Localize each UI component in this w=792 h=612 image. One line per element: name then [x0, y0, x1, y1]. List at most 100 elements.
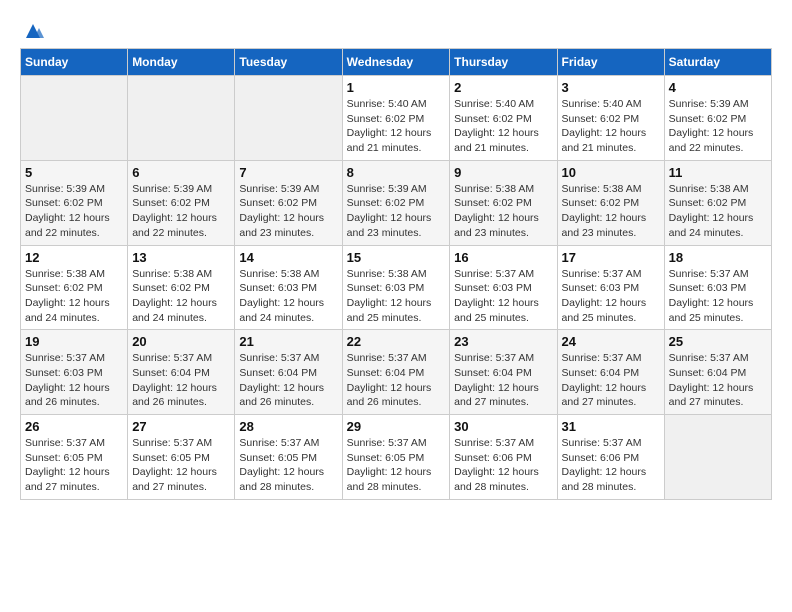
- day-info: Sunrise: 5:39 AM Sunset: 6:02 PM Dayligh…: [347, 182, 446, 241]
- weekday-header-thursday: Thursday: [450, 49, 557, 76]
- day-info: Sunrise: 5:38 AM Sunset: 6:03 PM Dayligh…: [239, 267, 337, 326]
- calendar-week-2: 5 Sunrise: 5:39 AM Sunset: 6:02 PM Daylig…: [21, 160, 772, 245]
- calendar-cell: 30 Sunrise: 5:37 AM Sunset: 6:06 PM Dayli…: [450, 415, 557, 500]
- day-number: 5: [25, 165, 123, 180]
- logo: [20, 20, 44, 38]
- calendar-cell: 14Sunrise: 5:38 AM Sunset: 6:03 PM Dayli…: [235, 245, 342, 330]
- day-info: Sunrise: 5:39 AM Sunset: 6:02 PM Dayligh…: [239, 182, 337, 241]
- day-info: Sunrise: 5:37 AM Sunset: 6:04 PM Dayligh…: [454, 351, 552, 410]
- day-info: Sunrise: 5:37 AM Sunset: 6:03 PM Dayligh…: [669, 267, 767, 326]
- day-number: 12: [25, 250, 123, 265]
- calendar-cell: 19Sunrise: 5:37 AM Sunset: 6:03 PM Dayli…: [21, 330, 128, 415]
- day-number: 11: [669, 165, 767, 180]
- day-info: Sunrise: 5:39 AM Sunset: 6:02 PM Dayligh…: [132, 182, 230, 241]
- calendar-cell: 5 Sunrise: 5:39 AM Sunset: 6:02 PM Daylig…: [21, 160, 128, 245]
- day-info: Sunrise: 5:37 AM Sunset: 6:03 PM Dayligh…: [454, 267, 552, 326]
- calendar-cell: 3 Sunrise: 5:40 AM Sunset: 6:02 PM Daylig…: [557, 76, 664, 161]
- calendar-cell: 22 Sunrise: 5:37 AM Sunset: 6:04 PM Dayli…: [342, 330, 450, 415]
- day-number: 17: [562, 250, 660, 265]
- day-number: 18: [669, 250, 767, 265]
- weekday-header-wednesday: Wednesday: [342, 49, 450, 76]
- calendar-cell: 20 Sunrise: 5:37 AM Sunset: 6:04 PM Dayli…: [128, 330, 235, 415]
- calendar-cell: 17 Sunrise: 5:37 AM Sunset: 6:03 PM Dayli…: [557, 245, 664, 330]
- calendar-cell: 13 Sunrise: 5:38 AM Sunset: 6:02 PM Dayli…: [128, 245, 235, 330]
- day-info: Sunrise: 5:38 AM Sunset: 6:02 PM Dayligh…: [132, 267, 230, 326]
- weekday-header-sunday: Sunday: [21, 49, 128, 76]
- day-number: 22: [347, 334, 446, 349]
- day-number: 10: [562, 165, 660, 180]
- calendar-cell: 16 Sunrise: 5:37 AM Sunset: 6:03 PM Dayli…: [450, 245, 557, 330]
- calendar-cell: [128, 76, 235, 161]
- day-info: Sunrise: 5:37 AM Sunset: 6:04 PM Dayligh…: [132, 351, 230, 410]
- calendar-cell: 15Sunrise: 5:38 AM Sunset: 6:03 PM Dayli…: [342, 245, 450, 330]
- calendar-table: SundayMondayTuesdayWednesdayThursdayFrid…: [20, 48, 772, 500]
- day-number: 28: [239, 419, 337, 434]
- day-info: Sunrise: 5:37 AM Sunset: 6:03 PM Dayligh…: [562, 267, 660, 326]
- day-info: Sunrise: 5:38 AM Sunset: 6:02 PM Dayligh…: [562, 182, 660, 241]
- day-number: 9: [454, 165, 552, 180]
- day-number: 19: [25, 334, 123, 349]
- calendar-week-1: 1Sunrise: 5:40 AM Sunset: 6:02 PM Daylig…: [21, 76, 772, 161]
- day-info: Sunrise: 5:38 AM Sunset: 6:02 PM Dayligh…: [454, 182, 552, 241]
- day-number: 13: [132, 250, 230, 265]
- day-number: 16: [454, 250, 552, 265]
- day-info: Sunrise: 5:37 AM Sunset: 6:05 PM Dayligh…: [132, 436, 230, 495]
- day-info: Sunrise: 5:37 AM Sunset: 6:06 PM Dayligh…: [454, 436, 552, 495]
- calendar-cell: 23Sunrise: 5:37 AM Sunset: 6:04 PM Dayli…: [450, 330, 557, 415]
- day-info: Sunrise: 5:37 AM Sunset: 6:04 PM Dayligh…: [669, 351, 767, 410]
- calendar-cell: 25 Sunrise: 5:37 AM Sunset: 6:04 PM Dayli…: [664, 330, 771, 415]
- day-number: 26: [25, 419, 123, 434]
- day-info: Sunrise: 5:39 AM Sunset: 6:02 PM Dayligh…: [25, 182, 123, 241]
- calendar-cell: 27Sunrise: 5:37 AM Sunset: 6:05 PM Dayli…: [128, 415, 235, 500]
- day-number: 7: [239, 165, 337, 180]
- calendar-cell: 28 Sunrise: 5:37 AM Sunset: 6:05 PM Dayli…: [235, 415, 342, 500]
- calendar-cell: 9 Sunrise: 5:38 AM Sunset: 6:02 PM Daylig…: [450, 160, 557, 245]
- day-number: 25: [669, 334, 767, 349]
- calendar-cell: 7 Sunrise: 5:39 AM Sunset: 6:02 PM Daylig…: [235, 160, 342, 245]
- calendar-week-5: 26 Sunrise: 5:37 AM Sunset: 6:05 PM Dayli…: [21, 415, 772, 500]
- calendar-cell: 11 Sunrise: 5:38 AM Sunset: 6:02 PM Dayli…: [664, 160, 771, 245]
- calendar-cell: [21, 76, 128, 161]
- day-info: Sunrise: 5:37 AM Sunset: 6:04 PM Dayligh…: [239, 351, 337, 410]
- day-info: Sunrise: 5:37 AM Sunset: 6:05 PM Dayligh…: [239, 436, 337, 495]
- calendar-cell: [235, 76, 342, 161]
- calendar-cell: [664, 415, 771, 500]
- day-info: Sunrise: 5:38 AM Sunset: 6:02 PM Dayligh…: [25, 267, 123, 326]
- calendar-cell: 8 Sunrise: 5:39 AM Sunset: 6:02 PM Daylig…: [342, 160, 450, 245]
- calendar-cell: 2 Sunrise: 5:40 AM Sunset: 6:02 PM Daylig…: [450, 76, 557, 161]
- day-info: Sunrise: 5:40 AM Sunset: 6:02 PM Dayligh…: [454, 97, 552, 156]
- day-number: 30: [454, 419, 552, 434]
- day-info: Sunrise: 5:39 AM Sunset: 6:02 PM Dayligh…: [669, 97, 767, 156]
- day-info: Sunrise: 5:37 AM Sunset: 6:05 PM Dayligh…: [347, 436, 446, 495]
- day-info: Sunrise: 5:37 AM Sunset: 6:04 PM Dayligh…: [347, 351, 446, 410]
- calendar-cell: 6 Sunrise: 5:39 AM Sunset: 6:02 PM Daylig…: [128, 160, 235, 245]
- day-info: Sunrise: 5:40 AM Sunset: 6:02 PM Dayligh…: [347, 97, 446, 156]
- calendar-cell: 29 Sunrise: 5:37 AM Sunset: 6:05 PM Dayli…: [342, 415, 450, 500]
- day-info: Sunrise: 5:40 AM Sunset: 6:02 PM Dayligh…: [562, 97, 660, 156]
- weekday-header-row: SundayMondayTuesdayWednesdayThursdayFrid…: [21, 49, 772, 76]
- weekday-header-saturday: Saturday: [664, 49, 771, 76]
- day-number: 2: [454, 80, 552, 95]
- page-header: [20, 20, 772, 38]
- calendar-cell: 18 Sunrise: 5:37 AM Sunset: 6:03 PM Dayli…: [664, 245, 771, 330]
- day-info: Sunrise: 5:38 AM Sunset: 6:02 PM Dayligh…: [669, 182, 767, 241]
- weekday-header-tuesday: Tuesday: [235, 49, 342, 76]
- calendar-cell: 21Sunrise: 5:37 AM Sunset: 6:04 PM Dayli…: [235, 330, 342, 415]
- weekday-header-monday: Monday: [128, 49, 235, 76]
- calendar-cell: 24Sunrise: 5:37 AM Sunset: 6:04 PM Dayli…: [557, 330, 664, 415]
- calendar-cell: 31 Sunrise: 5:37 AM Sunset: 6:06 PM Dayli…: [557, 415, 664, 500]
- weekday-header-friday: Friday: [557, 49, 664, 76]
- day-number: 29: [347, 419, 446, 434]
- day-number: 6: [132, 165, 230, 180]
- day-number: 4: [669, 80, 767, 95]
- day-info: Sunrise: 5:37 AM Sunset: 6:05 PM Dayligh…: [25, 436, 123, 495]
- logo-icon: [22, 20, 44, 38]
- calendar-cell: 12 Sunrise: 5:38 AM Sunset: 6:02 PM Dayli…: [21, 245, 128, 330]
- calendar-cell: 4 Sunrise: 5:39 AM Sunset: 6:02 PM Daylig…: [664, 76, 771, 161]
- calendar-week-4: 19Sunrise: 5:37 AM Sunset: 6:03 PM Dayli…: [21, 330, 772, 415]
- day-number: 31: [562, 419, 660, 434]
- day-number: 3: [562, 80, 660, 95]
- day-number: 20: [132, 334, 230, 349]
- day-info: Sunrise: 5:37 AM Sunset: 6:06 PM Dayligh…: [562, 436, 660, 495]
- day-number: 8: [347, 165, 446, 180]
